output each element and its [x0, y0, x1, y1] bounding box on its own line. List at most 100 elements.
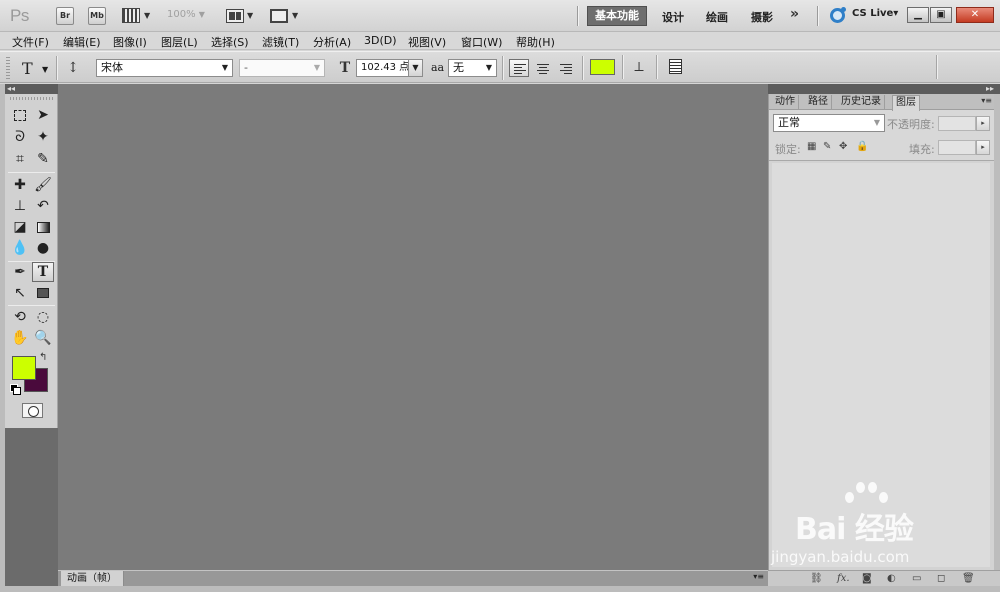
dodge-tool-icon[interactable]: ●	[32, 238, 54, 258]
lock-transparent-pixels-icon[interactable]: ▦	[807, 141, 816, 152]
menu-help[interactable]: 帮助(H)	[516, 34, 555, 50]
workspace-more-button[interactable]: »	[790, 6, 799, 22]
antialias-select[interactable]: 无 ▼	[448, 59, 497, 77]
new-group-icon[interactable]: ▭	[912, 573, 921, 584]
menu-select[interactable]: 选择(S)	[211, 34, 249, 50]
opacity-slider-button[interactable]: ▸	[976, 116, 990, 131]
tools-panel-grip[interactable]	[10, 97, 53, 100]
tab-paths[interactable]: 路径	[805, 95, 832, 110]
align-left-button[interactable]	[509, 59, 529, 77]
close-window-button[interactable]: ✕	[956, 7, 994, 23]
workspace-painting-button[interactable]: 绘画	[706, 9, 728, 25]
align-center-button[interactable]	[532, 59, 552, 77]
minimize-window-button[interactable]: ▁	[907, 7, 929, 23]
options-separator	[582, 56, 584, 80]
fill-field[interactable]	[938, 140, 976, 155]
cs-live-button[interactable]: CS Live▾	[852, 8, 898, 19]
arrange-documents-dropdown-icon[interactable]: ▼	[247, 11, 253, 20]
tab-actions[interactable]: 动作	[772, 95, 799, 110]
tool-preset-dropdown-icon[interactable]: ▼	[42, 65, 48, 74]
fill-slider-button[interactable]: ▸	[976, 140, 990, 155]
crop-tool-icon[interactable]: ⌗	[9, 149, 31, 169]
menu-analysis[interactable]: 分析(A)	[313, 34, 351, 50]
warp-text-icon[interactable]: ⟂	[632, 59, 646, 75]
magic-wand-tool-icon[interactable]: ✦	[32, 127, 54, 147]
lock-image-pixels-icon[interactable]: ✎	[823, 141, 831, 152]
font-style-select[interactable]: - ▼	[239, 59, 325, 77]
zoom-tool-icon[interactable]: 🔍	[32, 328, 54, 348]
blend-mode-select[interactable]: 正常 ▼	[773, 114, 885, 132]
layers-list[interactable]	[769, 160, 995, 570]
screen-mode-icon[interactable]	[270, 9, 288, 23]
document-workspace[interactable]	[58, 84, 768, 570]
quick-mask-mode-icon[interactable]	[22, 403, 43, 418]
launch-mini-bridge-button[interactable]: Mb	[88, 7, 106, 25]
new-adjustment-layer-icon[interactable]: ◐	[887, 573, 896, 584]
new-layer-icon[interactable]: ◻	[937, 573, 945, 584]
view-extras-icon[interactable]	[122, 8, 140, 23]
view-extras-dropdown-icon[interactable]: ▼	[144, 11, 150, 20]
move-tool-icon[interactable]: ➤	[32, 105, 54, 125]
font-size-field[interactable]: 102.43 点 ▼	[356, 59, 423, 77]
menu-edit[interactable]: 编辑(E)	[63, 34, 101, 50]
spot-healing-brush-tool-icon[interactable]: ✚	[9, 175, 31, 195]
eraser-tool-icon[interactable]: ◪	[9, 217, 31, 237]
menu-filter[interactable]: 滤镜(T)	[262, 34, 299, 50]
blur-tool-icon[interactable]: 💧	[9, 238, 31, 258]
menu-window[interactable]: 窗口(W)	[461, 34, 502, 50]
tools-collapse-bar[interactable]: ◂◂	[5, 84, 58, 94]
menu-image[interactable]: 图像(I)	[113, 34, 147, 50]
tool-preset-picker[interactable]: T	[22, 59, 33, 78]
menu-file[interactable]: 文件(F)	[12, 34, 49, 50]
foreground-color-swatch[interactable]	[12, 356, 36, 380]
tools-separator	[8, 172, 55, 173]
marquee-tool-icon[interactable]	[9, 105, 31, 125]
3d-orbit-tool-icon[interactable]: ◌	[32, 307, 54, 327]
panel-menu-icon[interactable]: ▾≡	[981, 96, 992, 105]
swap-colors-icon[interactable]: ↰	[39, 352, 47, 363]
path-selection-tool-icon[interactable]: ↖	[9, 283, 31, 303]
workspace-photography-button[interactable]: 摄影	[751, 9, 773, 25]
align-right-button[interactable]	[555, 59, 575, 77]
lock-all-icon[interactable]: 🔒	[856, 141, 868, 152]
menu-view[interactable]: 视图(V)	[408, 34, 446, 50]
gradient-tool-icon[interactable]	[32, 217, 54, 237]
history-brush-tool-icon[interactable]: ↶	[32, 196, 54, 216]
character-paragraph-panel-icon[interactable]	[669, 59, 682, 74]
text-color-swatch[interactable]	[590, 59, 615, 75]
add-layer-mask-icon[interactable]: ◙	[862, 573, 872, 584]
default-colors-icon[interactable]	[10, 384, 21, 395]
tab-layers[interactable]: 图层	[892, 95, 920, 111]
zoom-level[interactable]: 100% ▼	[167, 9, 205, 20]
tab-history[interactable]: 历史记录	[838, 95, 885, 110]
animation-frames-tab[interactable]: 动画（帧）	[61, 571, 124, 586]
link-layers-icon[interactable]: ⛓	[810, 573, 823, 584]
pen-tool-icon[interactable]: ✒	[9, 262, 31, 282]
font-family-select[interactable]: 宋体 ▼	[96, 59, 233, 77]
eyedropper-tool-icon[interactable]: ✎	[32, 149, 54, 169]
clone-stamp-tool-icon[interactable]: ⊥	[9, 196, 31, 216]
screen-mode-dropdown-icon[interactable]: ▼	[292, 11, 298, 20]
arrange-documents-icon[interactable]	[226, 9, 244, 23]
hand-tool-icon[interactable]: ✋	[9, 328, 31, 348]
options-bar-grip[interactable]	[6, 57, 10, 79]
delete-layer-icon[interactable]: 🗑	[962, 573, 975, 584]
workspace-design-button[interactable]: 设计	[662, 9, 684, 25]
lock-position-icon[interactable]: ✥	[839, 141, 847, 152]
panel-scrollbar[interactable]	[994, 94, 1000, 570]
rectangle-tool-icon[interactable]	[32, 283, 54, 303]
menu-3d[interactable]: 3D(D)	[364, 34, 397, 47]
menu-layer[interactable]: 图层(L)	[161, 34, 198, 50]
restore-window-button[interactable]: ▣	[930, 7, 952, 23]
toggle-text-orientation-icon[interactable]: ↕	[66, 60, 80, 76]
brush-tool-icon[interactable]: 🖌	[32, 175, 54, 195]
lasso-tool-icon[interactable]: ᘐ	[9, 127, 31, 147]
opacity-field[interactable]	[938, 116, 976, 131]
horizontal-type-tool-icon[interactable]: T	[32, 262, 54, 282]
layer-style-fx-icon[interactable]: fx.	[837, 573, 850, 584]
launch-bridge-button[interactable]: Br	[56, 7, 74, 25]
panel-dock-collapse-bar[interactable]: ▸▸	[768, 84, 1000, 94]
workspace-essentials-button[interactable]: 基本功能	[587, 6, 647, 26]
3d-rotate-tool-icon[interactable]: ⟲	[9, 307, 31, 327]
panel-menu-icon[interactable]: ▾≡	[753, 572, 764, 581]
